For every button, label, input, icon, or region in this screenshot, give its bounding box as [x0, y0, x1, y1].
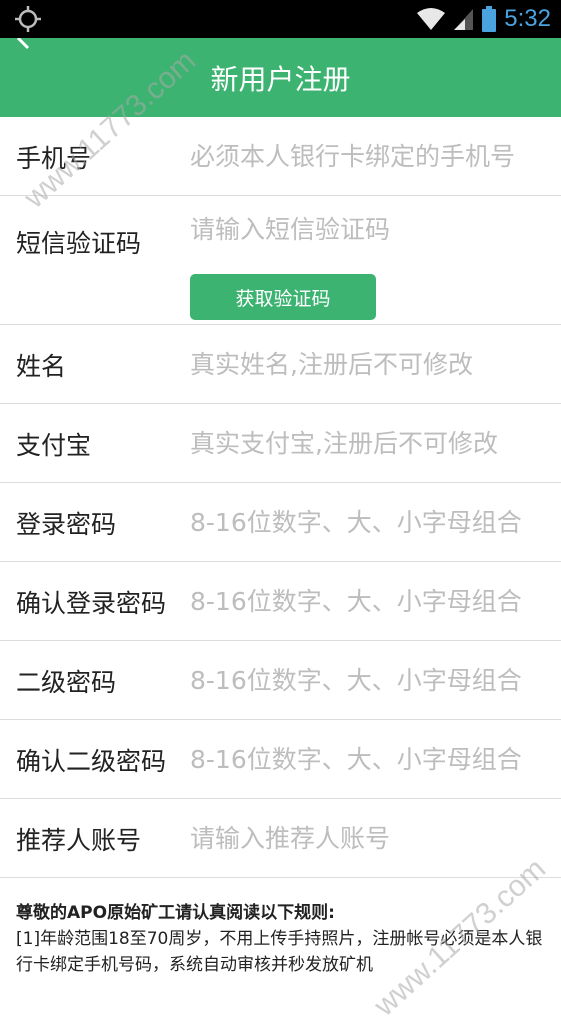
status-time: 5:32 [504, 5, 551, 32]
app-bar: 新用户注册 [0, 38, 561, 117]
name-input[interactable] [190, 325, 550, 404]
wifi-icon [417, 8, 446, 30]
confirm-secondary-password-row: 确认二级密码 [0, 720, 561, 799]
confirm-secondary-password-input[interactable] [190, 720, 550, 799]
secondary-password-input[interactable] [190, 641, 550, 720]
sms-code-label: 短信验证码 [16, 228, 142, 258]
name-label: 姓名 [16, 351, 67, 381]
secondary-password-label: 二级密码 [16, 667, 117, 697]
alipay-row: 支付宝 [0, 404, 561, 483]
back-arrow-icon[interactable] [10, 38, 40, 68]
gps-icon [15, 6, 41, 32]
referrer-row: 推荐人账号 [0, 799, 561, 878]
referrer-label: 推荐人账号 [16, 825, 142, 855]
login-password-label: 登录密码 [16, 509, 117, 539]
get-sms-code-button[interactable]: 获取验证码 [190, 274, 376, 320]
sms-code-input[interactable] [190, 190, 550, 269]
name-row: 姓名 [0, 325, 561, 404]
page-title: 新用户注册 [210, 62, 351, 96]
registration-form: 手机号 短信验证码 获取验证码 姓名 支付宝 登录密码 确认登录密码 二级密码 … [0, 117, 561, 878]
referrer-input[interactable] [190, 799, 550, 878]
alipay-label: 支付宝 [16, 430, 92, 460]
phone-input[interactable] [190, 117, 550, 196]
status-bar: 5:32 [0, 0, 561, 38]
login-password-input[interactable] [190, 483, 550, 562]
sms-code-row: 短信验证码 获取验证码 [0, 190, 561, 325]
confirm-login-password-label: 确认登录密码 [16, 588, 167, 618]
login-password-row: 登录密码 [0, 483, 561, 562]
confirm-secondary-password-label: 确认二级密码 [16, 746, 167, 776]
battery-icon [482, 6, 497, 32]
secondary-password-row: 二级密码 [0, 641, 561, 720]
alipay-input[interactable] [190, 404, 550, 483]
signal-icon [454, 9, 474, 30]
confirm-login-password-input[interactable] [190, 562, 550, 641]
confirm-login-password-row: 确认登录密码 [0, 562, 561, 641]
status-icons: 5:32 [416, 4, 551, 34]
